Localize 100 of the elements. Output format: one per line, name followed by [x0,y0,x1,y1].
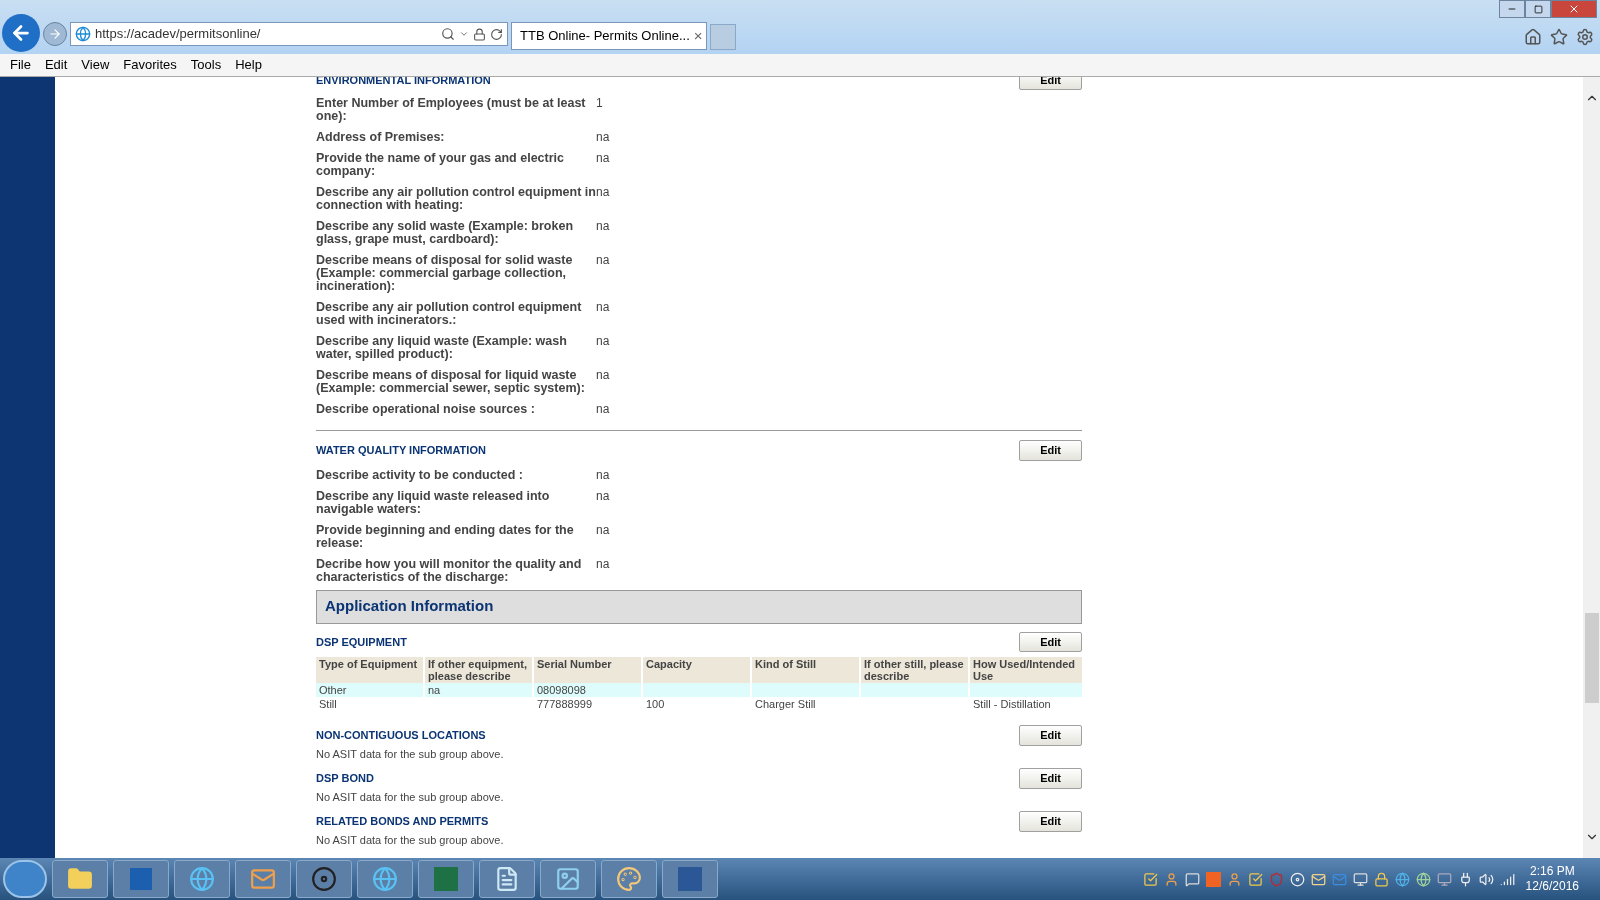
mail-icon[interactable] [235,860,291,898]
volume-icon[interactable] [1478,871,1494,887]
section-heading: WATER QUALITY INFORMATION [316,443,486,458]
field-value: na [596,523,610,539]
menu-item[interactable]: Edit [38,55,74,75]
minimize-button[interactable] [1499,0,1525,18]
start-button[interactable] [3,860,47,898]
restore-button[interactable] [1525,0,1551,18]
clock-time: 2:16 PM [1529,864,1575,879]
field-value: na [596,489,610,505]
field-label: Address of Premises: [316,131,446,144]
field-value: na [596,468,610,482]
field-label: Describe means of disposal for liquid waste (Example: commercial sewer, septic system): [316,369,586,395]
section-heading: RELATED BONDS AND PERMITS [316,814,489,829]
empty-note: No ASIT data for the sub group above. [316,789,505,805]
user-icon[interactable] [1163,871,1179,887]
edit-button[interactable]: Edit [1019,725,1082,746]
empty-note: No ASIT data for the sub group above. [316,746,505,762]
field-label: Describe operational noise sources : [316,403,536,416]
menu-item[interactable]: Tools [184,55,228,75]
favorites-star-icon[interactable] [1550,28,1568,46]
menu-item[interactable]: Help [229,55,268,75]
globe-icon[interactable] [1415,871,1431,887]
column-header: Type of Equipment [316,657,423,683]
table-cell: 08098098 [534,683,641,697]
restore-icon [1533,4,1543,14]
field-value: na [596,186,610,201]
search-icon[interactable] [441,27,455,41]
settings-icon[interactable] [1576,28,1594,46]
field-label: Describe any liquid waste (Example: wash water, spilled product): [316,335,568,361]
column-header: Kind of Still [752,657,859,683]
close-icon [1568,3,1580,15]
field-label: Describe activity to be conducted : [316,468,524,482]
monitor-icon[interactable] [1352,871,1368,887]
edit-button[interactable]: Edit [1019,440,1082,461]
section-title: Application Information [325,596,494,617]
field-label: Provide beginning and ending dates for the release: [316,523,575,550]
field-value: 1 [596,97,603,112]
tray-icon[interactable] [1142,871,1158,887]
field-value: na [596,301,610,316]
folder-icon[interactable] [52,860,108,898]
chat-icon[interactable] [1184,871,1200,887]
globe-icon[interactable] [1394,871,1410,887]
field-label: Describe means of disposal for solid waste (Example: commercial garbage collection, incineration): [316,254,574,293]
menu-item[interactable]: View [75,55,116,75]
scroll-thumb[interactable] [1584,613,1599,703]
field-value: na [596,131,610,144]
back-button[interactable] [2,14,40,52]
section-heading: DSP EQUIPMENT [316,634,407,650]
section-heading: DSP BOND [316,771,374,786]
edit-button[interactable]: Edit [1019,768,1082,789]
field-value: na [596,254,610,269]
dropdown-icon[interactable] [459,29,469,39]
lock-icon[interactable] [1373,871,1389,887]
notepad-icon[interactable] [479,860,535,898]
column-header: How Used/Intended Use [970,657,1082,683]
field-label: Describe any solid waste (Example: broken glass, grape must, cardboard): [316,220,575,246]
browser-tab[interactable]: TTB Online- Permits Online... × [511,22,707,50]
empty-note: No ASIT data for the sub group above. [316,832,505,848]
clock-date: 12/6/2016 [1525,879,1579,894]
field-value: na [596,369,610,384]
table-cell: Other [316,683,423,697]
forward-button[interactable] [43,22,67,46]
address-text: https://acadev/permitsonline/ [95,25,262,44]
tab-close-button[interactable]: × [693,24,703,48]
field-label: Provide the name of your gas and electric company: [316,152,565,178]
image-icon[interactable] [540,860,596,898]
field-value: na [596,220,610,235]
browser-icon[interactable] [357,860,413,898]
menu-item[interactable]: File [4,55,37,75]
edit-button[interactable]: Edit [1019,811,1082,832]
refresh-icon[interactable] [490,27,503,41]
browser-icon[interactable] [174,860,230,898]
field-label: Describe any liquid waste released into navigable waters: [316,489,551,516]
table-cell: na [425,683,532,697]
field-value: na [596,403,610,416]
column-header: If other still, please describe [861,657,968,683]
field-label: Describe any air pollution control equipment in connection with heating: [316,186,596,212]
field-value: na [596,557,610,573]
edit-button[interactable]: Edit [1019,631,1082,652]
field-value: na [596,152,610,167]
home-icon[interactable] [1524,28,1542,46]
tray-icon[interactable] [1205,871,1221,887]
column-header: Serial Number [534,657,641,683]
signal-icon[interactable] [1499,871,1515,887]
mail-icon[interactable] [1331,871,1347,887]
menu-item[interactable]: Favorites [117,55,183,75]
section-heading: NON-CONTIGUOUS LOCATIONS [316,728,486,743]
user-icon[interactable] [1226,871,1242,887]
mail-icon[interactable] [1310,871,1326,887]
field-label: Decribe how you will monitor the quality and characteristics of the discharge: [316,557,583,584]
tab-title: TTB Online- Permits Online... [520,27,690,46]
address-bar[interactable]: https://acadev/permitsonline/ [70,22,508,46]
tray-icon[interactable] [1247,871,1263,887]
palette-icon[interactable] [601,860,657,898]
app-icon[interactable] [113,860,169,898]
column-header: Capacity [643,657,750,683]
forward-arrow-icon [48,27,62,41]
monitor-icon[interactable] [1436,871,1452,887]
field-label: Describe any air pollution control equipment used with incinerators.: [316,301,583,327]
